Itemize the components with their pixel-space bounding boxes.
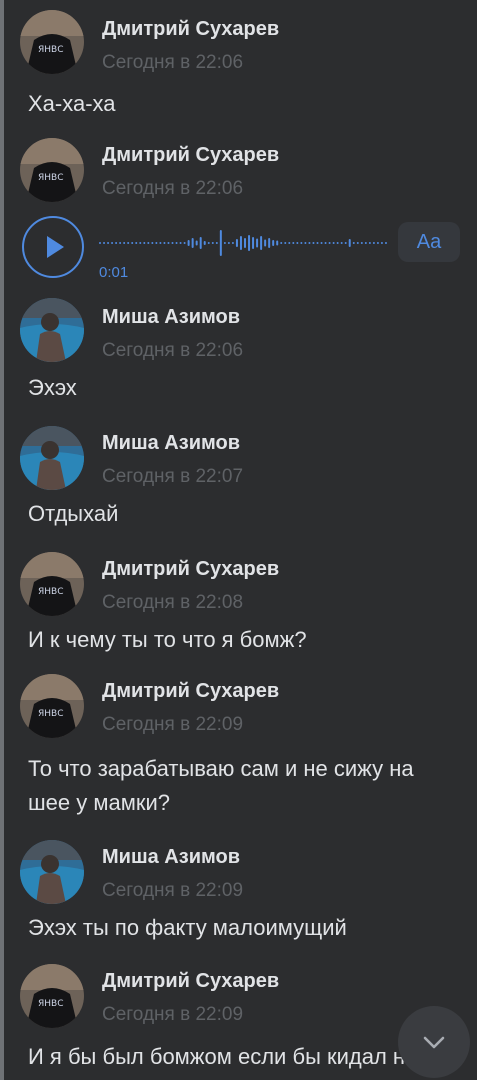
- message-time: Сегодня в 22:06: [102, 340, 244, 361]
- message-author[interactable]: Миша Азимов: [102, 846, 240, 869]
- voice-duration: 0:01: [99, 264, 129, 281]
- message-time: Сегодня в 22:07: [102, 466, 244, 487]
- message-item: Миша Азимов Сегодня в 22:09 Эхэх ты по ф…: [4, 830, 477, 954]
- message-author[interactable]: Дмитрий Сухарев: [102, 144, 279, 167]
- misha-avatar[interactable]: [20, 426, 84, 490]
- message-feed[interactable]: ЯНВС Дмитрий Сухарев Сегодня в 22:06 Ха-…: [4, 0, 477, 1080]
- misha-avatar[interactable]: [20, 840, 84, 904]
- message-time: Сегодня в 22:09: [102, 1004, 244, 1025]
- misha-avatar[interactable]: [20, 298, 84, 362]
- dmitry-avatar[interactable]: ЯНВС: [20, 10, 84, 74]
- message-author[interactable]: Дмитрий Сухарев: [102, 680, 279, 703]
- play-button[interactable]: [22, 216, 84, 278]
- message-time: Сегодня в 22:09: [102, 714, 244, 735]
- message-time: Сегодня в 22:06: [102, 178, 244, 199]
- scroll-down-button[interactable]: [398, 1006, 470, 1078]
- play-icon: [47, 236, 64, 258]
- message-item: ЯНВС Дмитрий Сухарев Сегодня в 22:09 То …: [4, 666, 477, 830]
- dmitry-avatar[interactable]: ЯНВС: [20, 138, 84, 202]
- svg-text:ЯНВС: ЯНВС: [38, 999, 63, 1009]
- voice-message: 0:01 Aa: [4, 210, 477, 288]
- message-time: Сегодня в 22:08: [102, 592, 244, 613]
- dmitry-avatar[interactable]: ЯНВС: [20, 552, 84, 616]
- message-text: То что зарабатываю сам и не сижу на шее …: [28, 756, 414, 815]
- svg-text:ЯНВС: ЯНВС: [38, 587, 63, 597]
- message-author[interactable]: Дмитрий Сухарев: [102, 970, 279, 993]
- transcribe-button[interactable]: Aa: [398, 222, 460, 262]
- message-item: Миша Азимов Сегодня в 22:07 Отдыхай: [4, 414, 477, 540]
- svg-text:ЯНВС: ЯНВС: [38, 709, 63, 719]
- message-time: Сегодня в 22:06: [102, 52, 244, 73]
- message-text: Отдыхай: [28, 501, 119, 526]
- message-item: ЯНВС Дмитрий Сухарев Сегодня в 22:06 0:0…: [4, 130, 477, 288]
- message-text: И к чему ты то что я бомж?: [28, 627, 307, 652]
- message-item: Миша Азимов Сегодня в 22:06 Эхэх: [4, 288, 477, 414]
- message-author[interactable]: Миша Азимов: [102, 306, 240, 329]
- dmitry-avatar[interactable]: ЯНВС: [20, 674, 84, 738]
- message-time: Сегодня в 22:09: [102, 880, 244, 901]
- message-text: Эхэх: [28, 375, 77, 400]
- message-author[interactable]: Дмитрий Сухарев: [102, 18, 279, 41]
- chevron-down-icon: [423, 1036, 445, 1049]
- svg-text:ЯНВС: ЯНВС: [38, 173, 63, 183]
- message-text: Ха-ха-ха: [28, 91, 116, 116]
- svg-text:ЯНВС: ЯНВС: [38, 45, 63, 55]
- voice-waveform[interactable]: [99, 228, 389, 258]
- dmitry-avatar[interactable]: ЯНВС: [20, 964, 84, 1028]
- message-text: Эхэх ты по факту малоимущий: [28, 915, 347, 940]
- message-item: ЯНВС Дмитрий Сухарев Сегодня в 22:06 Ха-…: [4, 0, 477, 130]
- message-item: ЯНВС Дмитрий Сухарев Сегодня в 22:08 И к…: [4, 540, 477, 666]
- message-author[interactable]: Миша Азимов: [102, 432, 240, 455]
- message-author[interactable]: Дмитрий Сухарев: [102, 558, 279, 581]
